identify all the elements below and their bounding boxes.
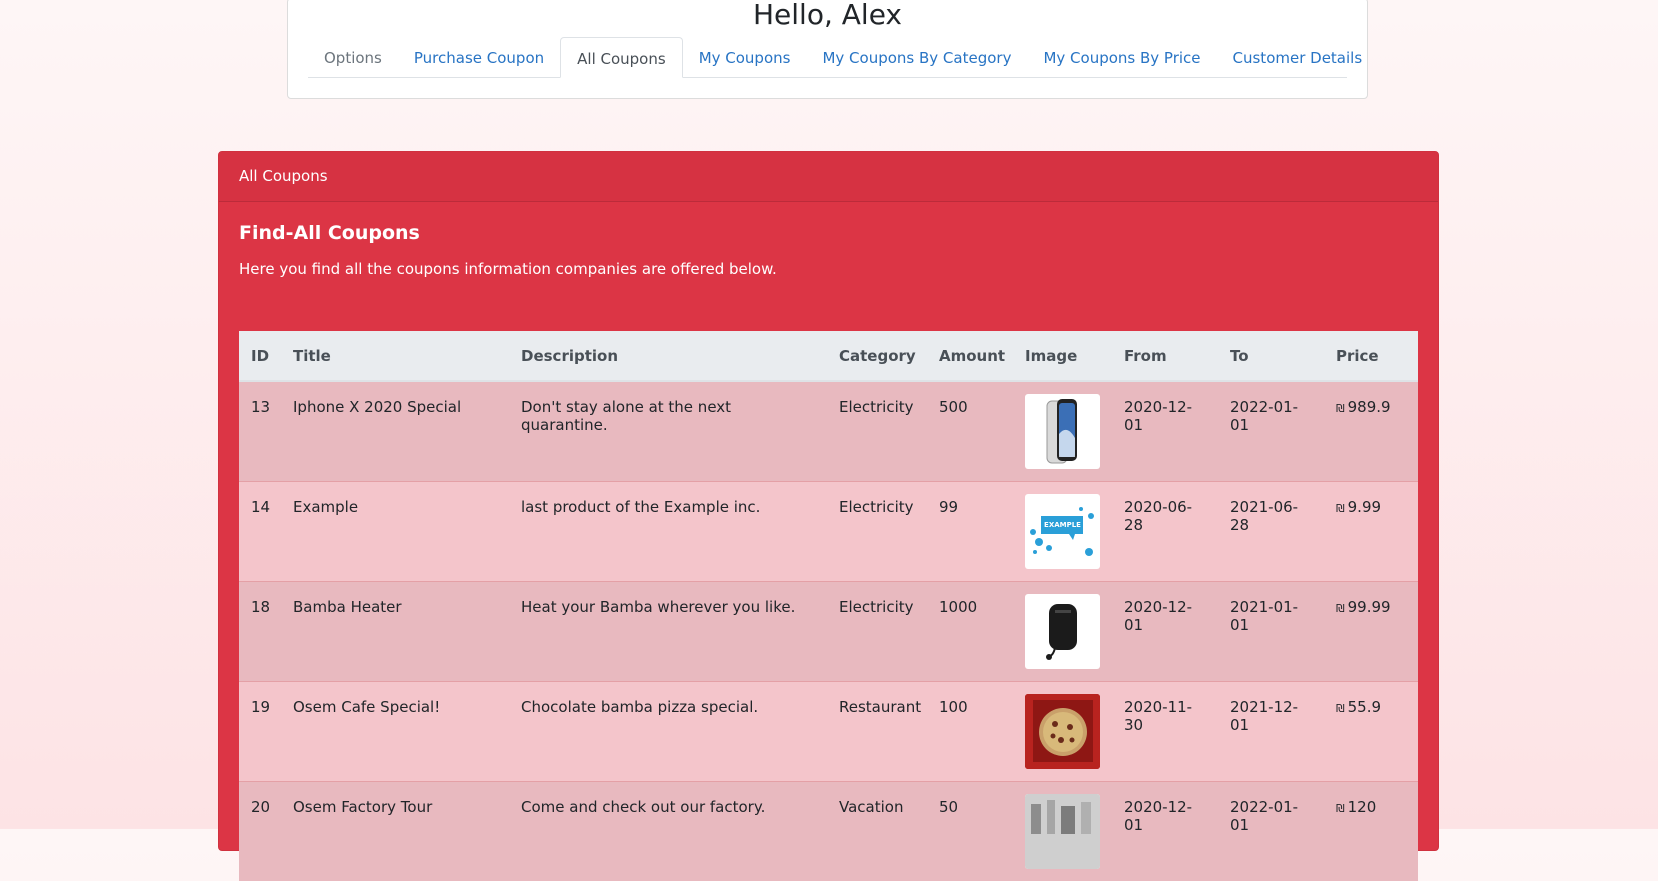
shekel-icon: ₪ (1336, 801, 1345, 815)
cell-image (1013, 380, 1112, 481)
column-header-description: Description (509, 331, 827, 382)
factory-image (1025, 793, 1100, 869)
cell-amount: 100 (927, 680, 1013, 781)
table-row: 18 Bamba Heater Heat your Bamba wherever… (239, 580, 1418, 681)
cell-to: 2022-01-01 (1218, 780, 1324, 881)
shekel-icon: ₪ (1336, 701, 1345, 715)
cell-id: 18 (239, 580, 281, 681)
table-row: 13 Iphone X 2020 Special Don't stay alon… (239, 380, 1418, 481)
column-header-id: ID (239, 331, 281, 382)
cell-from: 2020-12-01 (1112, 380, 1218, 481)
table-row: 20 Osem Factory Tour Come and check out … (239, 780, 1418, 881)
cell-id: 13 (239, 380, 281, 481)
example-logo-image: EXAMPLE (1025, 493, 1100, 569)
cell-price: ₪ 99.99 (1324, 580, 1418, 681)
cell-amount: 50 (927, 780, 1013, 881)
cell-category: Vacation (827, 780, 927, 881)
tab-purchase-coupon[interactable]: Purchase Coupon (398, 37, 560, 77)
cell-from: 2020-12-01 (1112, 580, 1218, 681)
greeting-heading: Hello, Alex (752, 0, 902, 31)
cell-image (1013, 580, 1112, 681)
cell-id: 19 (239, 680, 281, 781)
cell-category: Electricity (827, 580, 927, 681)
cell-category: Restaurant (827, 680, 927, 781)
price-value: 9.99 (1347, 497, 1382, 516)
tab-options[interactable]: Options (308, 37, 398, 77)
tab-my-coupons-by-price[interactable]: My Coupons By Price (1027, 37, 1216, 77)
cell-title: Example (281, 480, 509, 581)
coupons-table: ID Title Description Category Amount Ima… (239, 331, 1418, 881)
panel-header: All Coupons (219, 152, 1438, 202)
cell-amount: 500 (927, 380, 1013, 481)
column-header-category: Category (827, 331, 927, 382)
cell-price: ₪ 9.99 (1324, 480, 1418, 581)
cell-title: Osem Cafe Special! (281, 680, 509, 781)
table-row: 19 Osem Cafe Special! Chocolate bamba pi… (239, 680, 1418, 781)
price-value: 989.9 (1347, 398, 1391, 416)
cell-description: Heat your Bamba wherever you like. (509, 580, 827, 681)
cell-amount: 99 (927, 480, 1013, 581)
cell-category: Electricity (827, 480, 927, 581)
cell-title: Osem Factory Tour (281, 780, 509, 881)
cell-to: 2021-01-01 (1218, 580, 1324, 681)
welcome-card: Hello, Alex Options Purchase Coupon All … (287, 0, 1368, 99)
cell-title: Iphone X 2020 Special (281, 380, 509, 481)
cell-price: ₪ 120 (1324, 780, 1418, 881)
heater-image (1025, 593, 1100, 669)
cell-description: Don't stay alone at the next quarantine. (509, 380, 827, 481)
cell-to: 2021-06-28 (1218, 480, 1324, 581)
shekel-icon: ₪ (1336, 501, 1345, 515)
nav-tabs: Options Purchase Coupon All Coupons My C… (308, 37, 1362, 78)
cell-description: Come and check out our factory. (509, 780, 827, 881)
shekel-icon: ₪ (1336, 402, 1345, 415)
phone-image (1025, 394, 1100, 469)
cell-title: Bamba Heater (281, 580, 509, 681)
table-header-row: ID Title Description Category Amount Ima… (239, 331, 1418, 382)
column-header-from: From (1112, 331, 1218, 382)
example-logo-text: EXAMPLE (1044, 521, 1081, 529)
column-header-to: To (1218, 331, 1324, 382)
column-header-title: Title (281, 331, 509, 382)
cell-from: 2020-11-30 (1112, 680, 1218, 781)
coupons-panel: All Coupons Find-All Coupons Here you fi… (218, 151, 1439, 881)
cell-price: ₪ 989.9 (1324, 380, 1418, 481)
column-header-image: Image (1013, 331, 1112, 382)
cell-to: 2022-01-01 (1218, 380, 1324, 481)
cell-id: 20 (239, 780, 281, 881)
tab-my-coupons[interactable]: My Coupons (683, 37, 807, 77)
cell-description: Chocolate bamba pizza special. (509, 680, 827, 781)
coupons-table-wrapper: ID Title Description Category Amount Ima… (239, 331, 1418, 881)
price-value: 99.99 (1347, 597, 1391, 616)
cell-image (1013, 780, 1112, 881)
price-value: 55.9 (1347, 697, 1382, 716)
panel-description: Here you find all the coupons informatio… (239, 260, 777, 278)
column-header-price: Price (1324, 331, 1418, 382)
cell-price: ₪ 55.9 (1324, 680, 1418, 781)
cell-amount: 1000 (927, 580, 1013, 681)
cell-description: last product of the Example inc. (509, 480, 827, 581)
tab-my-coupons-by-category[interactable]: My Coupons By Category (806, 37, 1027, 77)
panel-title: Find-All Coupons (239, 222, 420, 244)
cell-id: 14 (239, 480, 281, 581)
cell-category: Electricity (827, 380, 927, 481)
cell-image (1013, 680, 1112, 781)
tab-all-coupons[interactable]: All Coupons (560, 37, 683, 78)
tab-customer-details[interactable]: Customer Details (1217, 37, 1379, 77)
column-header-amount: Amount (927, 331, 1013, 382)
shekel-icon: ₪ (1336, 601, 1345, 615)
pizza-image (1025, 693, 1100, 769)
price-value: 120 (1347, 797, 1377, 816)
cell-from: 2020-06-28 (1112, 480, 1218, 581)
table-row: 14 Example last product of the Example i… (239, 480, 1418, 581)
cell-from: 2020-12-01 (1112, 780, 1218, 881)
cell-image: EXAMPLE (1013, 480, 1112, 581)
cell-to: 2021-12-01 (1218, 680, 1324, 781)
